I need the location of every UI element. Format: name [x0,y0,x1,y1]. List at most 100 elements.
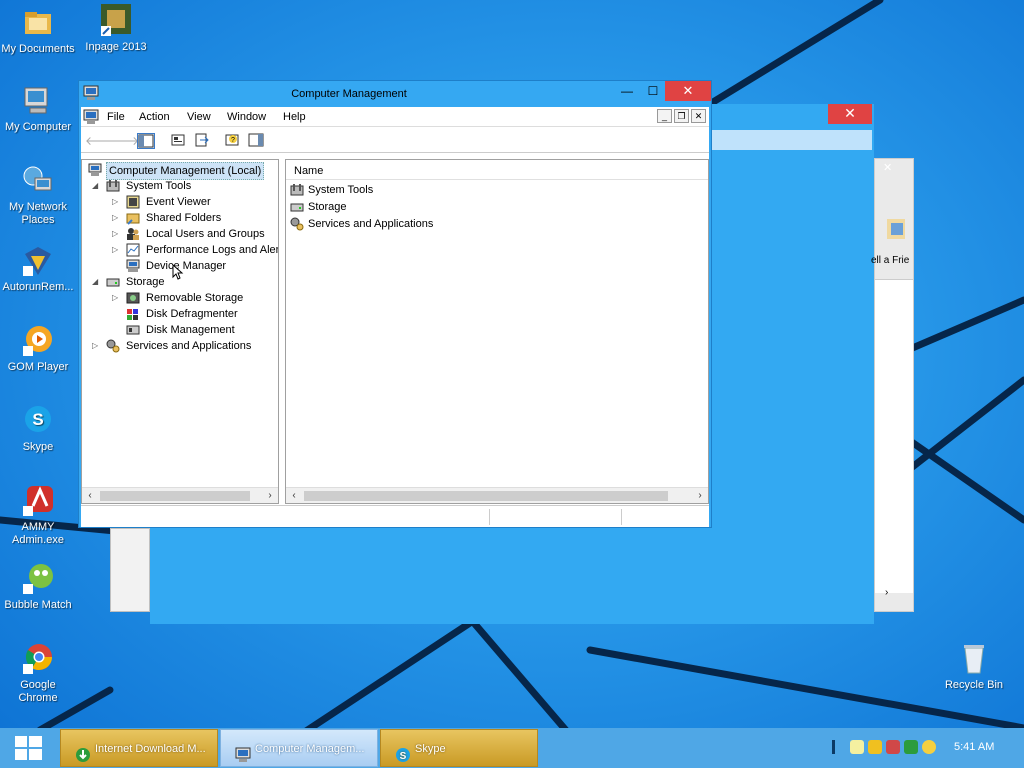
show-hide-console-tree-icon[interactable] [137,133,155,149]
start-button[interactable] [0,728,58,768]
console-tree-pane[interactable]: Computer Management (Local) ◢ System Too… [81,159,279,504]
users-icon [126,227,140,241]
menu-window[interactable]: Window [227,111,266,123]
desktop-icon-my-computer[interactable]: My Computer [0,84,76,134]
back-arrow-icon[interactable]: 🡐 [85,133,117,149]
results-list-pane[interactable]: Name System Tools Storage Services and A… [285,159,709,504]
window-title: Computer Management [291,88,407,100]
list-horizontal-scrollbar[interactable]: ‹ › [286,487,708,503]
scroll-right-arrow[interactable]: › [885,587,888,598]
computer-icon [21,84,55,118]
tree-item-label: System Tools [126,180,192,192]
mmc-document-icon [83,109,99,125]
desktop-icon-inpage[interactable]: Inpage 2013 [78,4,154,54]
tree-item-label: Services and Applications [126,340,252,352]
column-header-name[interactable]: Name [294,165,323,177]
forward-arrow-icon[interactable]: 🡒 [107,133,139,149]
background-window-2-close-icon[interactable]: ✕ [883,161,897,175]
background-window-close-button[interactable]: ✕ [828,104,872,124]
maximize-button[interactable]: ☐ [639,81,667,101]
help-icon[interactable]: ? [223,133,241,149]
desktop-icon-network[interactable]: My Network Places [0,164,76,227]
export-list-icon[interactable] [193,133,211,149]
tree-item-label: Disk Defragmenter [146,308,238,320]
status-bar [81,505,709,527]
scroll-right-arrow[interactable]: › [262,488,278,503]
collapsed-twisty-icon[interactable]: ▷ [112,290,122,306]
taskbar-item-skype[interactable]: S Skype [380,729,538,767]
recycle-bin-icon [957,642,991,676]
scroll-thumb[interactable] [304,491,668,501]
desktop-icon-ammy-admin[interactable]: AMMY Admin.exe [0,484,76,547]
defragmenter-icon [126,307,140,321]
toolbar: 🡐 🡒 ? [81,129,709,153]
collapsed-twisty-icon[interactable]: ▷ [92,338,102,354]
mouse-cursor-icon [172,263,184,280]
scroll-thumb[interactable] [100,491,250,501]
chrome-icon [21,642,55,676]
tray-download-icon[interactable] [904,740,918,754]
list-column-header[interactable]: Name [286,160,708,180]
tray-notes-icon[interactable] [850,740,864,754]
scroll-left-arrow[interactable]: ‹ [82,488,98,503]
collapsed-twisty-icon[interactable]: ▷ [112,242,122,258]
tell-a-friend-icon [879,215,909,245]
background-list-area [875,279,913,593]
desktop-icon-my-documents[interactable]: My Documents [0,6,76,56]
minimize-button[interactable]: — [613,81,641,101]
taskbar-clock[interactable]: 5:41 AM [954,741,994,753]
tree-item-label: Local Users and Groups [146,228,265,240]
tell-a-friend-label[interactable]: ell a Frie [871,255,911,266]
tree-item-label: Shared Folders [146,212,222,224]
taskbar: Internet Download M... Computer Managem.… [0,728,1024,768]
close-button[interactable]: ✕ [665,81,711,101]
computer-management-window[interactable]: Computer Management — ☐ ✕ File Action Vi… [78,80,712,528]
background-window-2[interactable]: ✕ ell a Frie › [871,158,914,612]
desktop-icon-recycle-bin[interactable]: Recycle Bin [936,642,1012,692]
collapsed-twisty-icon[interactable]: ▷ [112,194,122,210]
tree-horizontal-scrollbar[interactable]: ‹ › [82,487,278,503]
show-hide-action-pane-icon[interactable] [247,133,265,149]
desktop-icon-label: Bubble Match [4,599,72,611]
menu-file[interactable]: File [107,111,125,123]
collapsed-twisty-icon[interactable]: ▷ [112,210,122,226]
desktop-icon-skype[interactable]: S Skype [0,404,76,454]
desktop-icon-bubble-match[interactable]: Bubble Match [0,562,76,612]
menu-action[interactable]: Action [139,111,170,123]
system-tray [828,728,1024,768]
taskbar-item-computer-management[interactable]: Computer Managem... [220,729,378,767]
menu-help[interactable]: Help [283,111,306,123]
menu-view[interactable]: View [187,111,211,123]
mdi-minimize-button[interactable]: _ [657,109,672,123]
tray-network-icon[interactable] [886,740,900,754]
tree-item-label: Performance Logs and Alert [146,244,279,256]
properties-icon[interactable] [169,133,187,149]
expanded-twisty-icon[interactable]: ◢ [92,178,102,194]
scroll-left-arrow[interactable]: ‹ [286,488,302,503]
event-viewer-icon [126,195,140,209]
desktop-icon-label: GOM Player [7,361,69,373]
desktop-icon-label: My Network Places [8,201,68,226]
collapsed-twisty-icon[interactable]: ▷ [112,226,122,242]
mdi-restore-button[interactable]: ❐ [674,109,689,123]
folder-documents-icon [21,6,55,40]
tray-shield-icon[interactable] [868,740,882,754]
tray-overflow-icon[interactable] [832,740,835,754]
windows-logo-icon [15,736,42,760]
taskbar-item-internet-download-manager[interactable]: Internet Download M... [60,729,218,767]
title-bar[interactable]: Computer Management — ☐ ✕ [79,81,711,107]
gom-player-icon [21,324,55,358]
mdi-close-button[interactable]: ✕ [691,109,706,123]
device-manager-icon [126,259,140,273]
desktop-icon-chrome[interactable]: Google Chrome [0,642,76,705]
svg-text:?: ? [231,137,235,144]
desktop-icon-label: Recycle Bin [944,679,1004,691]
svg-text:S: S [400,751,407,762]
tray-smiley-icon[interactable] [922,740,936,754]
scroll-right-arrow[interactable]: › [692,488,708,503]
desktop-icon-gom-player[interactable]: GOM Player [0,324,76,374]
desktop-icon-autorun[interactable]: AutorunRem... [0,244,76,294]
svg-text:S: S [32,410,43,429]
expanded-twisty-icon[interactable]: ◢ [92,274,102,290]
tree-item-label: Removable Storage [146,292,244,304]
